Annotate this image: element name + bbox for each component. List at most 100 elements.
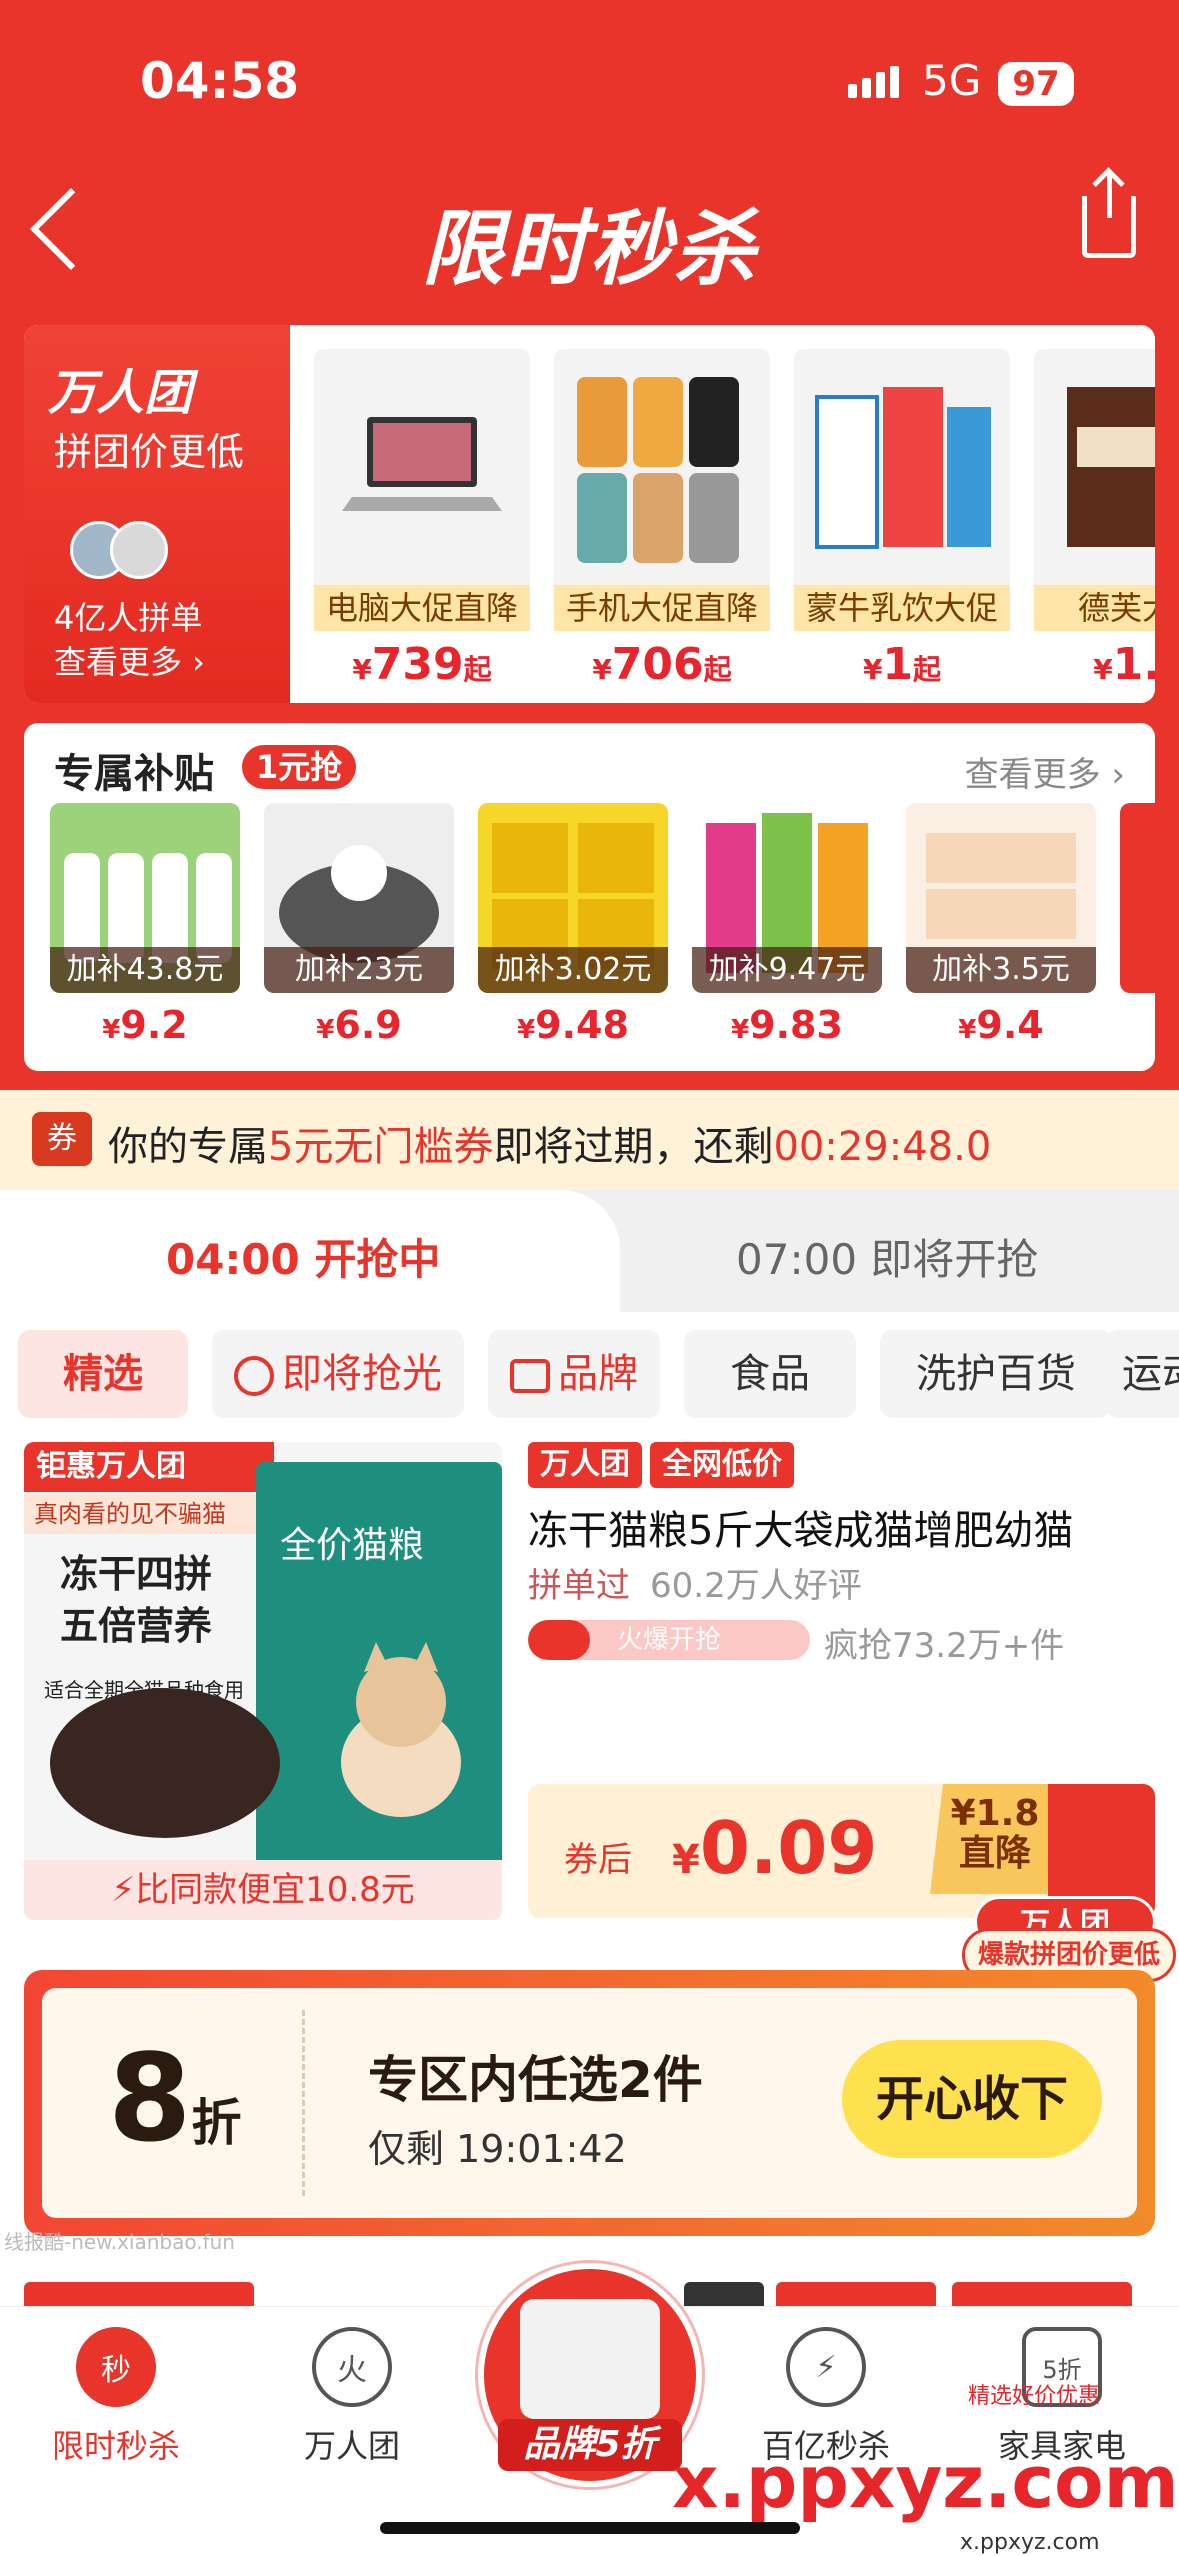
chip-featured[interactable]: 精选 bbox=[18, 1330, 188, 1418]
subsidy-price: ¥9.83 bbox=[731, 1003, 843, 1047]
group-product[interactable]: 电脑大促直降 ¥739起 bbox=[314, 349, 530, 690]
avatar bbox=[110, 521, 168, 579]
product-label: 电脑大促直降 bbox=[314, 585, 530, 631]
discount-promo[interactable]: 8折 专区内任选2件 仅剩 19:01:42 开心收下 bbox=[24, 1970, 1155, 2236]
chip-toiletries[interactable]: 洗护百货 bbox=[880, 1330, 1112, 1418]
chip-food[interactable]: 食品 bbox=[684, 1330, 856, 1418]
subsidy-tag: 加补3.02元 bbox=[478, 947, 668, 993]
group-product[interactable]: 蒙牛乳饮大促 ¥1起 bbox=[794, 349, 1010, 690]
watermark-logo: x.ppxyz.com bbox=[672, 2440, 1179, 2524]
nav-label: 品牌5折 bbox=[498, 2419, 682, 2471]
chip-brand[interactable]: 品牌 bbox=[488, 1330, 660, 1418]
chip-selling-out[interactable]: 即将抢光 bbox=[212, 1330, 464, 1418]
nav-label: 万人团 bbox=[303, 2427, 400, 2465]
deal-image-headline: 冻干四拼 五倍营养 bbox=[60, 1552, 213, 1648]
group-buy-card: 万人团 拼团价更低 4亿人拼单 查看更多 › 电脑大促直降 ¥739起 手机大促… bbox=[24, 325, 1155, 703]
tab-current-session[interactable]: 04:00 开抢中 bbox=[0, 1190, 620, 1312]
deal-title: 冻干猫粮5斤大袋成猫增肥幼猫 bbox=[528, 1508, 1074, 1554]
grabbed-count: 疯抢73.2万+件 bbox=[824, 1626, 1065, 1666]
nav-group-buy[interactable]: 火 万人团 bbox=[252, 2327, 452, 2467]
brand-sale-image bbox=[520, 2299, 660, 2419]
share-icon[interactable] bbox=[1082, 174, 1136, 258]
deal-image-compare: ⚡比同款便宜10.8元 bbox=[24, 1860, 502, 1920]
subsidy-item[interactable]: 加补43.8元 ¥9.2 bbox=[50, 803, 240, 1047]
category-chips: 精选 即将抢光 品牌 食品 洗护百货 运动 bbox=[0, 1330, 1179, 1418]
subsidy-item[interactable]: 加补9.47元 ¥9.83 bbox=[692, 803, 882, 1047]
watermark-small: 线报酷-new.xianbao.fun bbox=[4, 2230, 235, 2254]
home-indicator bbox=[380, 2522, 800, 2534]
subsidy-tag: 加补3.5元 bbox=[906, 947, 1096, 993]
subsidy-item[interactable]: 加补3.02元 ¥9.48 bbox=[478, 803, 668, 1047]
deal-badges: 万人团 全网低价 bbox=[528, 1442, 802, 1488]
flame-icon: 火 bbox=[312, 2327, 392, 2407]
lightning-icon: ⚡ bbox=[786, 2327, 866, 2407]
product-price: ¥1起 bbox=[862, 639, 942, 690]
group-buy-count: 4亿人拼单 bbox=[54, 599, 203, 637]
group-product[interactable]: 手机大促直降 ¥706起 bbox=[554, 349, 770, 690]
promo-title: 专区内任选2件 bbox=[368, 2051, 703, 2109]
deal-price-box[interactable]: 券后 ¥0.09 ¥1.8 直降 万人团 bbox=[528, 1784, 1156, 1948]
deal-image-banner: 钜惠万人团 bbox=[24, 1442, 274, 1492]
subsidy-item[interactable]: 加补3.5元 ¥9.4 bbox=[906, 803, 1096, 1047]
deal-card[interactable]: 钜惠万人团 真肉看的见不骗猫 冻干四拼五倍营养 适合全期全猫品种食用 全价猫粮 … bbox=[24, 1442, 1176, 1982]
subsidy-price: ¥9.4 bbox=[958, 1003, 1044, 1047]
page-title: 限时秒杀 bbox=[421, 202, 758, 297]
subsidy-image-noodles: 加补3.02元 bbox=[478, 803, 668, 993]
deal-price: ¥0.09 bbox=[672, 1806, 878, 1890]
status-bar: 04:58 5G 97 bbox=[0, 0, 1179, 170]
bag-label: 全价猫粮 bbox=[280, 1525, 425, 1566]
product-price: ¥706起 bbox=[592, 639, 732, 690]
badge-group-buy: 万人团 bbox=[528, 1442, 642, 1488]
subsidy-price: ¥9.2 bbox=[102, 1003, 188, 1047]
subsidy-image-milk: 加补43.8元 bbox=[50, 803, 240, 993]
coupon-icon: 券 bbox=[32, 1112, 92, 1166]
subsidy-price: ¥9.48 bbox=[517, 1003, 629, 1047]
session-tabs: 04:00 开抢中 07:00 即将开抢 bbox=[0, 1190, 1179, 1312]
chip-sports[interactable]: 运动 bbox=[1106, 1330, 1179, 1418]
product-label: 蒙牛乳饮大促 bbox=[794, 585, 1010, 631]
claim-button[interactable]: 开心收下 bbox=[842, 2040, 1102, 2158]
coupon-countdown: 00:29:48.0 bbox=[773, 1124, 992, 1170]
subsidy-more-link[interactable]: 查看更多 › bbox=[965, 747, 1125, 796]
product-price: ¥1.9 bbox=[1093, 639, 1155, 690]
tab-label: 04:00 开抢中 bbox=[166, 1235, 441, 1284]
subsidy-title: 专属补贴 bbox=[54, 751, 214, 797]
promo-timer: 仅剩 19:01:42 bbox=[368, 2127, 627, 2171]
group-product[interactable]: 德芙大促 ¥1.9 bbox=[1034, 349, 1155, 690]
kitten-image bbox=[341, 1642, 461, 1817]
group-buy-subtitle: 拼团价更低 bbox=[54, 430, 245, 474]
product-image-laptop bbox=[314, 349, 530, 585]
lightning-icon: ⚡ bbox=[111, 1870, 136, 1910]
product-image-milk bbox=[794, 349, 1010, 585]
cat-food-bowl bbox=[50, 1688, 280, 1838]
coupon-expiry-banner[interactable]: 券 你的专属5元无门槛券即将过期，还剩00:29:48.0 bbox=[0, 1090, 1179, 1190]
deal-image-subtitle: 真肉看的见不骗猫 bbox=[24, 1494, 274, 1534]
product-image-chocolate bbox=[1034, 349, 1155, 585]
discount-value: 8折 bbox=[108, 2030, 242, 2169]
group-buy-more-link[interactable]: 查看更多 › bbox=[54, 637, 205, 683]
network-label: 5G bbox=[922, 56, 982, 105]
product-label: 手机大促直降 bbox=[554, 585, 770, 631]
cat-food-bag: 全价猫粮 bbox=[256, 1462, 502, 1892]
deal-meta: 拼单过 60.2万人好评 bbox=[528, 1566, 862, 1606]
subsidy-item[interactable]: 加补23元 ¥6.9 bbox=[264, 803, 454, 1047]
badge-lowest-price: 全网低价 bbox=[650, 1442, 794, 1488]
battery-icon: 97 bbox=[998, 62, 1074, 106]
alarm-clock-icon: 秒 bbox=[76, 2327, 156, 2407]
price-label: 券后 bbox=[564, 1840, 632, 1880]
subsidy-tag: 加补43.8元 bbox=[50, 947, 240, 993]
subsidy-image-scooter-cover: 加补23元 bbox=[264, 803, 454, 993]
price-drop-tag: ¥1.8 直降 bbox=[930, 1784, 1060, 1894]
subsidy-badge: 1元抢 bbox=[242, 745, 357, 789]
nav-brand-sale[interactable]: 品牌5折 bbox=[478, 2263, 702, 2487]
group-buy-banner[interactable]: 万人团 拼团价更低 4亿人拼单 查看更多 › bbox=[24, 325, 290, 703]
coupon-text: 你的专属5元无门槛券即将过期，还剩00:29:48.0 bbox=[108, 1124, 992, 1170]
product-image-phones bbox=[554, 349, 770, 585]
tab-next-session[interactable]: 07:00 即将开抢 bbox=[736, 1226, 1038, 1287]
nav-flash-sale[interactable]: 秒 限时秒杀 bbox=[16, 2327, 216, 2467]
subsidy-image-snacks: 加补9.47元 bbox=[692, 803, 882, 993]
brand-icon bbox=[510, 1359, 550, 1393]
promo-divider bbox=[302, 2010, 305, 2196]
clock-icon bbox=[234, 1356, 274, 1396]
deal-image: 钜惠万人团 真肉看的见不骗猫 冻干四拼五倍营养 适合全期全猫品种食用 全价猫粮 … bbox=[24, 1442, 502, 1920]
